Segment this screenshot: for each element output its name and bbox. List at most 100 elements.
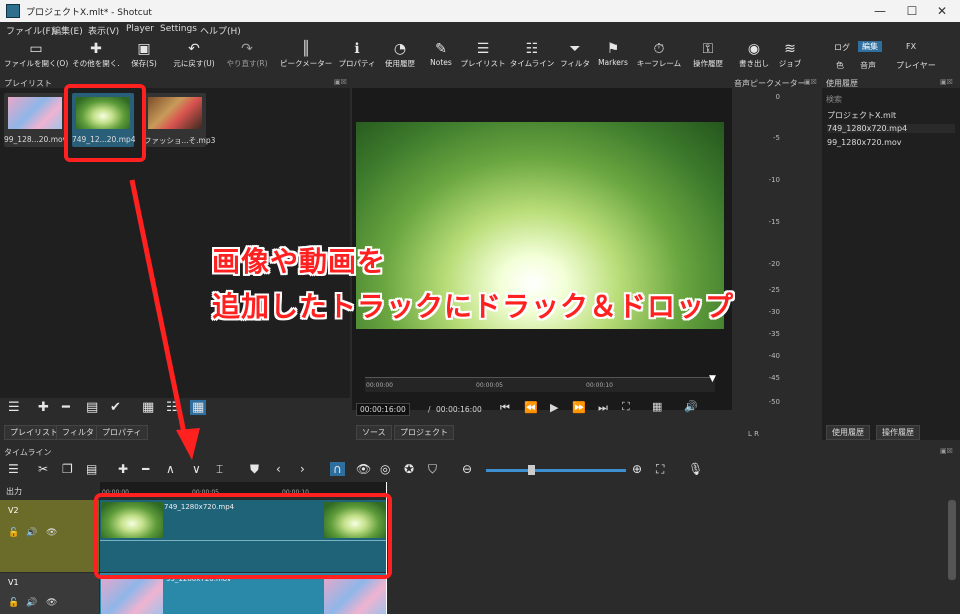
- recent-item[interactable]: プロジェクトX.mlt: [827, 110, 896, 121]
- layout-edit-button[interactable]: 編集: [858, 41, 882, 52]
- update-icon[interactable]: ▤: [86, 400, 98, 415]
- marker-add-icon[interactable]: ⛊: [250, 462, 259, 477]
- layout-color-button[interactable]: 色: [836, 60, 844, 71]
- lock-icon[interactable]: 🔓: [8, 598, 19, 608]
- layout-log-button[interactable]: ログ: [834, 42, 850, 53]
- keyframes-button[interactable]: ⏱ キーフレーム: [636, 40, 682, 74]
- rewind-icon[interactable]: ⏪: [524, 401, 538, 414]
- copy-icon[interactable]: ❐: [62, 462, 73, 476]
- save-icon: ▣: [137, 41, 151, 57]
- history-button[interactable]: ⚿ 操作履歴: [686, 40, 730, 74]
- zoom-in-icon[interactable]: ⊕: [632, 462, 642, 476]
- recent-button[interactable]: ◔ 使用履歴: [380, 40, 420, 74]
- menu-settings[interactable]: Settings: [160, 24, 197, 34]
- volume-icon[interactable]: 🔊: [684, 400, 698, 413]
- zoom-fit-icon[interactable]: ⛶: [622, 400, 630, 414]
- highlight-box: [64, 84, 146, 162]
- recent-item[interactable]: 99_1280x720.mov: [827, 138, 902, 147]
- redo-icon: ↷: [241, 41, 253, 57]
- previous-marker-icon[interactable]: ‹: [276, 462, 281, 476]
- meter-tick: -30: [768, 308, 780, 316]
- record-audio-icon[interactable]: 🎙: [688, 462, 703, 476]
- save-button[interactable]: ▣ 保存(S): [124, 40, 164, 74]
- tab-recent[interactable]: 使用履歴: [826, 425, 870, 440]
- scrub-icon[interactable]: 👁: [356, 462, 371, 476]
- timeline-scrollbar[interactable]: [948, 500, 956, 580]
- meter-dock-icon[interactable]: ▣☒: [804, 78, 817, 86]
- tab-history[interactable]: 操作履歴: [876, 425, 920, 440]
- mute-icon[interactable]: 🔊: [26, 528, 37, 538]
- properties-button[interactable]: ℹ プロパティ: [336, 40, 378, 74]
- menu-file[interactable]: ファイル(F): [6, 24, 54, 37]
- notes-button[interactable]: ✎ Notes: [424, 40, 458, 74]
- cut-icon[interactable]: ✂: [38, 462, 48, 476]
- export-button[interactable]: ◉ 書き出し: [734, 40, 774, 74]
- hide-icon[interactable]: 👁: [46, 598, 57, 608]
- undo-icon: ↶: [188, 41, 200, 57]
- undo-button[interactable]: ↶ 元に戻す(U): [166, 40, 222, 74]
- zoom-out-icon[interactable]: ⊖: [462, 462, 472, 476]
- layout-player-button[interactable]: プレイヤー: [896, 60, 936, 71]
- ripple-icon[interactable]: ◎: [380, 462, 390, 476]
- zoom-slider[interactable]: [486, 469, 626, 472]
- remove-icon[interactable]: ━: [62, 400, 70, 415]
- timeline-dock-icon[interactable]: ▣☒: [940, 447, 953, 455]
- tab-playlist[interactable]: プレイリスト: [4, 425, 64, 440]
- paste-icon[interactable]: ▤: [86, 462, 97, 476]
- fast-forward-icon[interactable]: ⏩: [572, 401, 586, 414]
- lock-icon[interactable]: 🔓: [8, 528, 19, 538]
- output-label: 出力: [6, 487, 22, 496]
- peak-meter-button[interactable]: ║ ピークメーター: [280, 40, 332, 74]
- play-icon[interactable]: ▶: [550, 401, 558, 414]
- playlist-menu-icon[interactable]: ☰: [8, 400, 20, 415]
- ripple-all-icon[interactable]: ✪: [404, 462, 414, 476]
- playhead-icon[interactable]: ▼: [709, 374, 716, 384]
- stopwatch-icon: ⏱: [653, 41, 665, 57]
- open-file-button[interactable]: ▭ ファイルを開く(O): [4, 40, 68, 74]
- skip-next-icon[interactable]: ⏭: [598, 401, 608, 415]
- markers-button[interactable]: ⚑ Markers: [594, 40, 632, 74]
- meter-tick: -40: [768, 352, 780, 360]
- ripple-markers-icon[interactable]: ⛉: [428, 462, 437, 477]
- menu-view[interactable]: 表示(V): [88, 24, 119, 37]
- hide-icon[interactable]: 👁: [46, 528, 57, 538]
- current-time-field[interactable]: 00:00:16:00: [356, 403, 410, 416]
- playlist-item[interactable]: ファッショ...そ.mp3: [144, 93, 215, 147]
- recent-item[interactable]: 749_1280x720.mp4: [827, 124, 955, 133]
- recent-search-input[interactable]: 検索: [826, 94, 842, 105]
- tab-filters[interactable]: フィルタ: [56, 425, 100, 440]
- grid-icon[interactable]: ▦: [652, 400, 662, 413]
- playlist-dock-icon[interactable]: ▣☒: [334, 78, 347, 86]
- meter-tick: -45: [768, 374, 780, 382]
- redo-button[interactable]: ↷ やり直す(R): [222, 40, 272, 74]
- timeline-button[interactable]: ☷ タイムライン: [508, 40, 556, 74]
- close-icon[interactable]: ✕: [922, 0, 960, 22]
- open-other-button[interactable]: ✚ その他を開く.: [66, 40, 126, 74]
- layout-fx-button[interactable]: FX: [906, 42, 916, 51]
- menu-edit[interactable]: 編集(E): [52, 24, 83, 37]
- meter-tick: -20: [768, 260, 780, 268]
- recent-dock-icon[interactable]: ▣☒: [940, 78, 953, 86]
- menu-player[interactable]: Player: [126, 24, 154, 34]
- ruler-tick: 00:00:10: [586, 382, 613, 389]
- playlist-button[interactable]: ☰ プレイリスト: [460, 40, 506, 74]
- window-title: プロジェクトX.mlt* - Shotcut: [26, 8, 152, 18]
- menu-help[interactable]: ヘルプ(H): [200, 24, 241, 37]
- tab-source[interactable]: ソース: [356, 425, 392, 440]
- zoom-slider-handle[interactable]: [528, 465, 535, 475]
- zoom-fit-timeline-icon[interactable]: ⛶: [656, 462, 664, 477]
- shotcut-app-icon: [6, 4, 20, 18]
- viewer-scrub-ruler[interactable]: [365, 377, 715, 392]
- filters-button[interactable]: ⏷ フィルタ: [558, 40, 592, 74]
- tab-project[interactable]: プロジェクト: [394, 425, 454, 440]
- timeline-menu-icon[interactable]: ☰: [8, 462, 19, 476]
- snap-magnet-icon[interactable]: ∩: [330, 462, 345, 476]
- mute-icon[interactable]: 🔊: [26, 598, 37, 608]
- next-marker-icon[interactable]: ›: [300, 462, 305, 476]
- skip-previous-icon[interactable]: ⏮: [500, 401, 510, 415]
- jobs-button[interactable]: ≋ ジョブ: [774, 40, 806, 74]
- add-icon[interactable]: ✚: [38, 400, 49, 415]
- playlist-item[interactable]: 99_128...20.mov: [4, 93, 67, 147]
- layout-audio-button[interactable]: 音声: [860, 60, 876, 71]
- meter-tick: -50: [768, 398, 780, 406]
